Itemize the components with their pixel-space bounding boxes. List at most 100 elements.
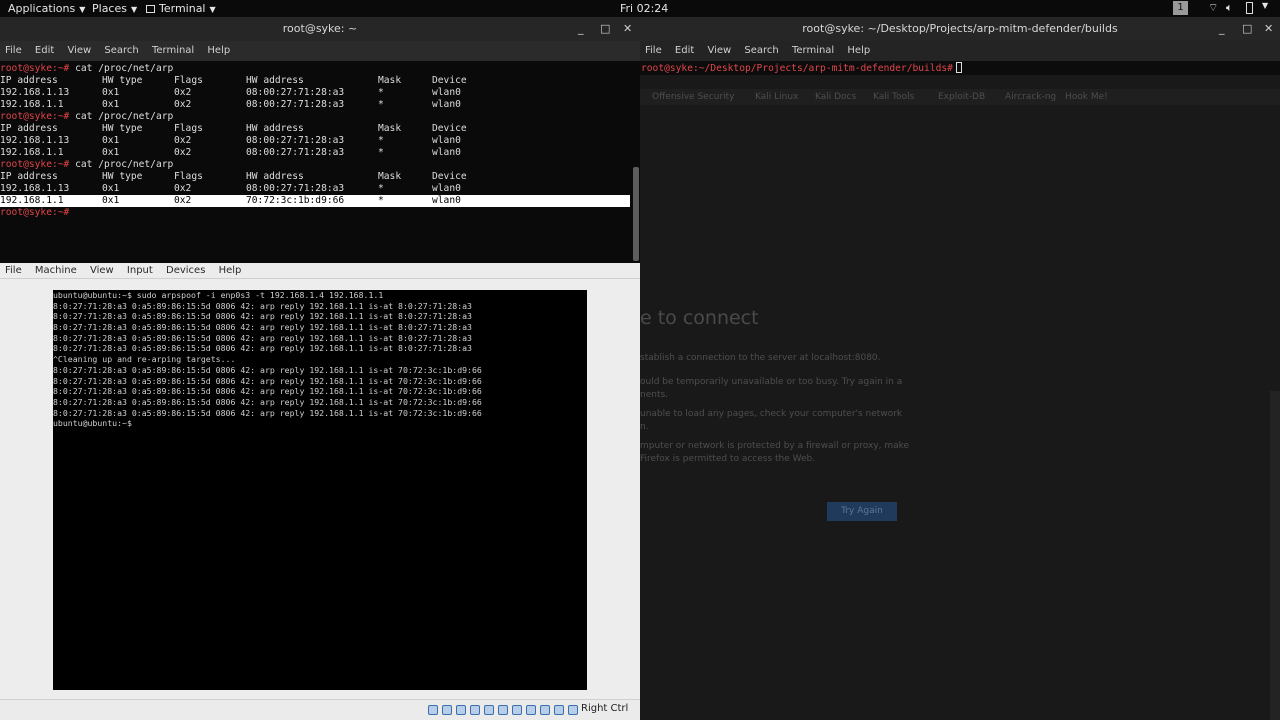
- arp-cell: 0x1: [102, 87, 120, 98]
- menu-search[interactable]: Search: [104, 45, 138, 56]
- menu-help[interactable]: Help: [207, 45, 230, 56]
- vm-console-screen[interactable]: ubuntu@ubuntu:~$ sudo arpspoof -i enp0s3…: [53, 290, 587, 690]
- right-terminal-body[interactable]: root@syke:~/Desktop/Projects/arp-mitm-de…: [640, 61, 1280, 720]
- arp-cell: Flags: [174, 123, 203, 134]
- menu-edit[interactable]: Edit: [35, 45, 54, 56]
- arp-cell: wlan0: [432, 147, 461, 158]
- arp-cell: HW type: [102, 75, 143, 86]
- command-text: cat /proc/net/arp: [69, 111, 174, 122]
- vm-console-line: 8:0:27:71:28:a3 0:a5:89:86:15:5d 0806 42…: [53, 343, 472, 354]
- close-icon[interactable]: ✕: [1264, 17, 1273, 41]
- ghost-error-text: mputer or network is protected by a fire…: [640, 441, 910, 451]
- arp-table-row: 192.168.1.1 0x1 0x2 70:72:3c:1b:d9:66 * wlan0: [0, 195, 630, 207]
- bookmark-item: Exploit-DB: [938, 92, 986, 102]
- mouse-integration-icon[interactable]: [554, 705, 564, 715]
- arp-cell: HW type: [102, 171, 143, 182]
- ghost-error-text: nents.: [640, 390, 669, 400]
- menu-input[interactable]: Input: [127, 265, 153, 276]
- terminal-app-menu[interactable]: Terminal ▼: [146, 2, 216, 15]
- volume-icon[interactable]: 🔈︎: [1226, 1, 1233, 15]
- arp-cell: IP address: [0, 75, 58, 86]
- chevron-down-icon: ▼: [130, 5, 138, 14]
- workspace-indicator[interactable]: 1: [1173, 1, 1188, 15]
- arp-cell: 192.168.1.1: [0, 99, 64, 110]
- menu-file[interactable]: File: [5, 265, 22, 276]
- arp-cell: 08:00:27:71:28:a3: [246, 99, 345, 110]
- menu-devices[interactable]: Devices: [166, 265, 205, 276]
- vm-console-line: 8:0:27:71:28:a3 0:a5:89:86:15:5d 0806 42…: [53, 300, 472, 311]
- bookmark-item: Aircrack-ng: [1005, 92, 1057, 102]
- vm-console-line: 8:0:27:71:28:a3 0:a5:89:86:15:5d 0806 42…: [53, 375, 482, 386]
- menu-view[interactable]: View: [90, 265, 114, 276]
- arp-cell: 0x1: [102, 183, 120, 194]
- vm-console-line: 8:0:27:71:28:a3 0:a5:89:86:15:5d 0806 42…: [53, 322, 472, 333]
- ghost-error-heading: e to connect: [640, 307, 759, 329]
- scrollbar[interactable]: [1270, 391, 1280, 720]
- wifi-icon[interactable]: ⌔: [1208, 1, 1218, 15]
- arp-cell: wlan0: [432, 99, 461, 110]
- shared-folders-icon[interactable]: [498, 705, 508, 715]
- left-terminal-window[interactable]: root@syke: ~ _ □ ✕ File Edit View Search…: [0, 17, 640, 263]
- keyboard-icon[interactable]: [568, 705, 578, 715]
- prompt: root@syke:~#: [0, 159, 70, 170]
- optical-drive-icon[interactable]: [442, 705, 452, 715]
- right-terminal-window[interactable]: root@syke: ~/Desktop/Projects/arp-mitm-d…: [640, 17, 1280, 720]
- display-icon[interactable]: [512, 705, 522, 715]
- minimize-icon[interactable]: _: [578, 17, 584, 41]
- menu-help[interactable]: Help: [847, 45, 870, 56]
- arp-table-row: 192.168.1.13 0x1 0x2 08:00:27:71:28:a3 * wlan…: [0, 183, 632, 195]
- clock[interactable]: Fri 02:24: [620, 2, 668, 15]
- maximize-icon[interactable]: □: [1242, 17, 1252, 41]
- arp-cell: Mask: [378, 171, 402, 182]
- vm-console-line: 8:0:27:71:28:a3 0:a5:89:86:15:5d 0806 42…: [53, 386, 482, 397]
- vm-console-line: ubuntu@ubuntu:~$ sudo arpspoof -i enp0s3…: [53, 290, 384, 300]
- menu-edit[interactable]: Edit: [675, 45, 694, 56]
- video-capture-icon[interactable]: [526, 705, 536, 715]
- left-terminal-titlebar[interactable]: root@syke: ~: [0, 17, 640, 41]
- hard-disk-icon[interactable]: [428, 705, 438, 715]
- right-terminal-titlebar[interactable]: root@syke: ~/Desktop/Projects/arp-mitm-d…: [640, 17, 1280, 41]
- ghost-bookmarks-bar: Offensive Security Kali Linux Kali Docs …: [640, 89, 1280, 105]
- menu-file[interactable]: File: [5, 45, 22, 56]
- usb-icon[interactable]: [484, 705, 494, 715]
- network-icon[interactable]: [470, 705, 480, 715]
- arp-cell: 192.168.1.13: [0, 135, 70, 146]
- chevron-down-icon[interactable]: ▼: [1262, 1, 1268, 10]
- menu-terminal[interactable]: Terminal: [792, 45, 834, 56]
- battery-icon[interactable]: [1246, 2, 1253, 14]
- cpu-icon[interactable]: [540, 705, 550, 715]
- menu-help[interactable]: Help: [219, 265, 242, 276]
- ghost-error-text: stablish a connection to the server at l…: [640, 353, 881, 363]
- gnome-top-bar: Applications ▼ Places ▼ Terminal ▼ Fri 02:2…: [0, 0, 1280, 17]
- prompt: root@syke:~#: [0, 111, 70, 122]
- arp-cell: 08:00:27:71:28:a3: [246, 87, 345, 98]
- menu-file[interactable]: File: [645, 45, 662, 56]
- bookmark-item: Kali Tools: [873, 92, 915, 102]
- scrollbar[interactable]: [633, 167, 639, 261]
- window-title: root@syke: ~/Desktop/Projects/arp-mitm-d…: [802, 22, 1118, 35]
- maximize-icon[interactable]: □: [600, 17, 610, 41]
- bookmark-item: Kali Linux: [755, 92, 799, 102]
- arp-table-row: 192.168.1.13 0x1 0x2 08:00:27:71:28:a3 * wlan…: [0, 87, 632, 99]
- arp-cell: Flags: [174, 75, 203, 86]
- left-terminal-body[interactable]: root@syke:~# cat /proc/net/arp IP address…: [0, 62, 632, 263]
- arp-cell: wlan0: [432, 183, 461, 194]
- menu-machine[interactable]: Machine: [35, 265, 77, 276]
- places-menu[interactable]: Places ▼: [92, 2, 137, 15]
- virtualbox-menubar: File Machine View Input Devices Help: [0, 263, 640, 279]
- menu-view[interactable]: View: [707, 45, 731, 56]
- arp-cell: *: [378, 147, 384, 158]
- applications-menu[interactable]: Applications ▼: [8, 2, 85, 15]
- menu-view[interactable]: View: [67, 45, 91, 56]
- arp-cell: *: [378, 195, 384, 206]
- menu-terminal[interactable]: Terminal: [152, 45, 194, 56]
- arp-cell: 0x1: [102, 135, 120, 146]
- arp-cell: 192.168.1.1: [0, 147, 64, 158]
- vm-console-line: 8:0:27:71:28:a3 0:a5:89:86:15:5d 0806 42…: [53, 311, 472, 322]
- audio-icon[interactable]: [456, 705, 466, 715]
- close-icon[interactable]: ✕: [623, 17, 632, 41]
- minimize-icon[interactable]: _: [1219, 17, 1225, 41]
- chevron-down-icon: ▼: [209, 5, 216, 14]
- menu-search[interactable]: Search: [744, 45, 778, 56]
- virtualbox-window[interactable]: File Machine View Input Devices Help ubu…: [0, 263, 640, 720]
